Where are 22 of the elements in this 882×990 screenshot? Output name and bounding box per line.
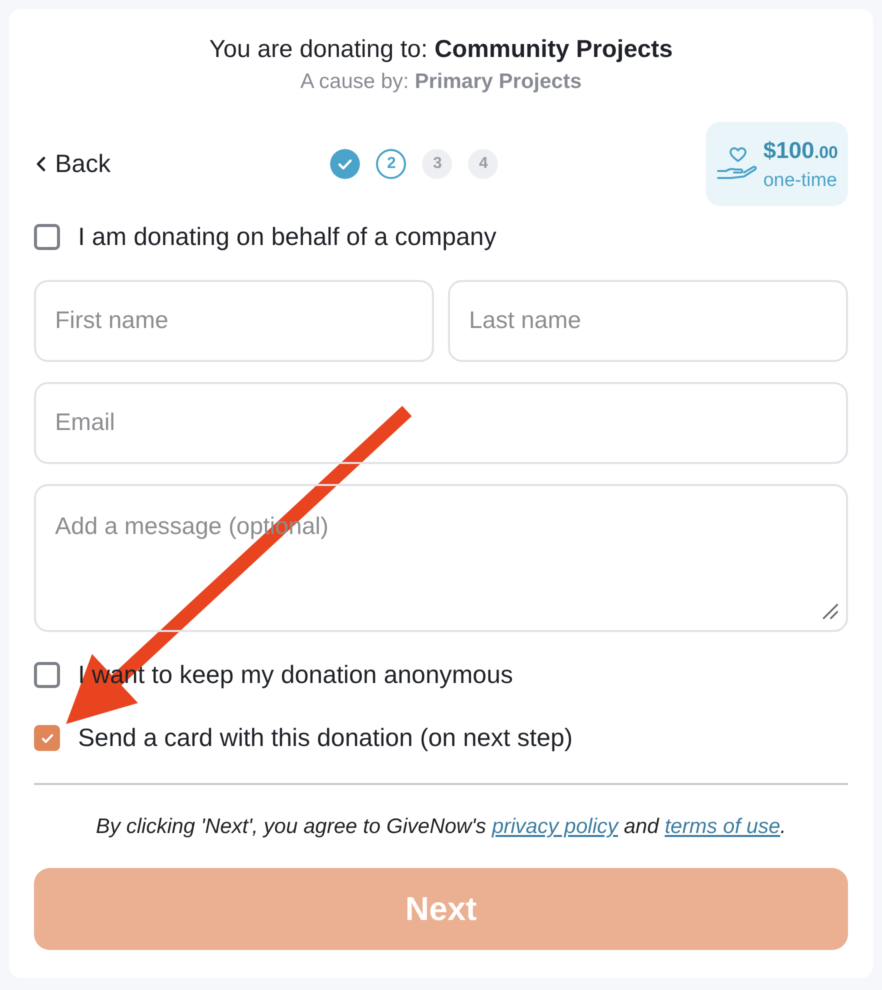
- input-field[interactable]: Last name: [448, 280, 848, 362]
- checkbox-label: I am donating on behalf of a company: [78, 223, 496, 251]
- input-field[interactable]: Email: [34, 382, 848, 464]
- donation-title: You are donating to: Community Projects: [209, 35, 673, 65]
- step-indicator: 2: [376, 149, 406, 179]
- step-indicator: 4: [468, 149, 498, 179]
- frequency-label: one-time: [763, 168, 838, 192]
- back-link[interactable]: Back: [33, 150, 111, 178]
- checkbox[interactable]: [34, 662, 60, 688]
- input-field[interactable]: First name: [34, 280, 434, 362]
- resize-handle-icon[interactable]: [821, 602, 839, 620]
- checkbox[interactable]: [34, 224, 60, 250]
- cause-subtitle: A cause by: Primary Projects: [300, 69, 582, 95]
- policy-link[interactable]: terms of use: [664, 815, 780, 838]
- terms-text: By clicking 'Next', you agree to GiveNow's privacy policy and terms of use.: [94, 814, 788, 840]
- step-indicator: 3: [422, 149, 452, 179]
- donation-amount: $100.00: [763, 136, 838, 164]
- checkbox-label: Send a card with this donation (on next step): [78, 724, 573, 752]
- checkbox[interactable]: [34, 725, 60, 751]
- policy-link[interactable]: privacy policy: [492, 815, 618, 838]
- chevron-left-icon: [36, 156, 46, 172]
- checkmark-icon: [40, 732, 54, 744]
